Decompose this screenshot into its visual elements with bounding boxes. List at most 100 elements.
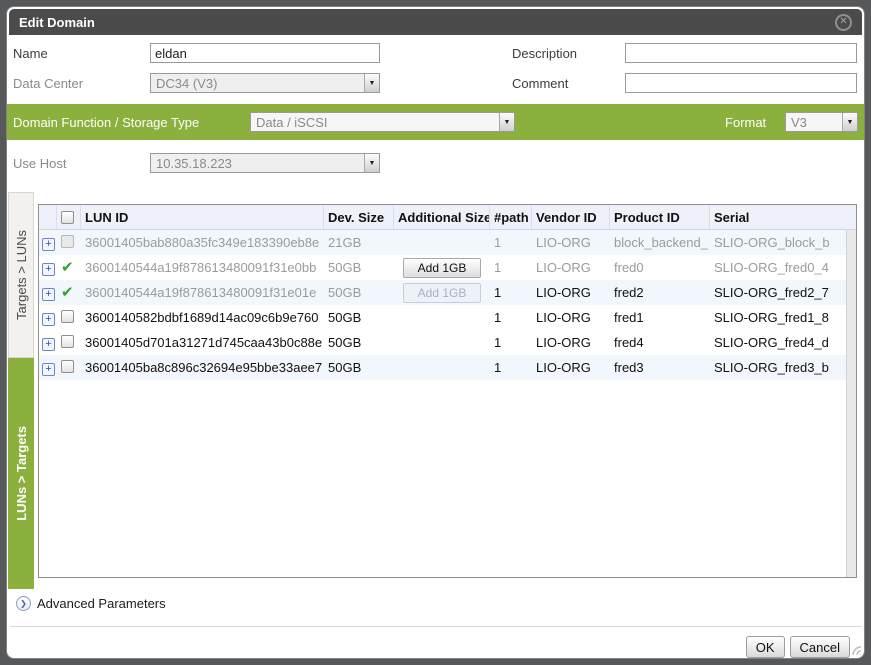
select-all-header xyxy=(57,205,81,229)
expand-row-icon[interactable]: + xyxy=(42,288,55,301)
path-cell: 1 xyxy=(490,235,532,250)
format-select[interactable]: V3 ▼ xyxy=(785,112,858,132)
comment-input[interactable] xyxy=(625,73,857,93)
chevron-down-icon: ▼ xyxy=(364,74,379,92)
expand-cell: + xyxy=(39,360,57,376)
use-host-label: Use Host xyxy=(13,156,66,171)
table-row[interactable]: + 3600140582bdbf1689d14ac09c6b9e760 50GB… xyxy=(39,305,856,330)
vertical-scrollbar[interactable] xyxy=(846,230,856,578)
checkbox-cell xyxy=(57,235,81,251)
checked-icon: ✔ xyxy=(61,285,74,300)
domain-function-label: Domain Function / Storage Type xyxy=(13,115,199,130)
path-cell: 1 xyxy=(490,285,532,300)
col-lun-id[interactable]: LUN ID xyxy=(81,205,324,229)
row-checkbox[interactable] xyxy=(61,310,74,323)
description-input[interactable] xyxy=(625,43,857,63)
vendor-id-cell: LIO-ORG xyxy=(532,285,610,300)
col-dev-size[interactable]: Dev. Size xyxy=(324,205,394,229)
lun-id-cell: 3600140544a19f878613480091f31e0bb xyxy=(81,260,324,275)
vendor-id-cell: LIO-ORG xyxy=(532,260,610,275)
comment-label: Comment xyxy=(512,76,568,91)
lun-id-cell: 36001405ba8c896c32694e95bbe33aee7 xyxy=(81,360,324,375)
select-all-checkbox[interactable] xyxy=(61,211,74,224)
lun-id-cell: 36001405bab880a35fc349e183390eb8e xyxy=(81,235,324,250)
resize-grip-icon[interactable] xyxy=(848,642,862,656)
expand-row-icon[interactable]: + xyxy=(42,363,55,376)
use-host-select[interactable]: 10.35.18.223 ▼ xyxy=(150,153,380,173)
path-cell: 1 xyxy=(490,310,532,325)
chevron-down-icon: ▼ xyxy=(499,113,514,131)
table-row[interactable]: + ✔ 3600140544a19f878613480091f31e01e 50… xyxy=(39,280,856,305)
expand-cell: + xyxy=(39,235,57,251)
col-product-id[interactable]: Product ID xyxy=(610,205,710,229)
advanced-parameters-label: Advanced Parameters xyxy=(37,596,166,611)
col-vendor-id[interactable]: Vendor ID xyxy=(532,205,610,229)
checkbox-cell: ✔ xyxy=(57,285,81,300)
domain-function-select[interactable]: Data / iSCSI ▼ xyxy=(250,112,515,132)
col-additional-size[interactable]: Additional Size xyxy=(394,205,490,229)
cancel-button[interactable]: Cancel xyxy=(790,636,850,658)
chevron-down-icon: ▼ xyxy=(364,154,379,172)
additional-size-cell: Add 1GB xyxy=(394,283,490,303)
lun-table: LUN ID Dev. Size Additional Size #path V… xyxy=(38,204,857,578)
tab-label: LUNs > Targets xyxy=(14,426,29,521)
add-1gb-button: Add 1GB xyxy=(403,283,481,303)
table-body: + 36001405bab880a35fc349e183390eb8e 21GB… xyxy=(39,230,856,578)
lun-id-cell: 36001405d701a31271d745caa43b0c88e xyxy=(81,335,324,350)
checkbox-cell xyxy=(57,310,81,326)
serial-cell: SLIO-ORG_fred3_b xyxy=(710,360,856,375)
table-row[interactable]: + 36001405bab880a35fc349e183390eb8e 21GB… xyxy=(39,230,856,255)
advanced-parameters-expander[interactable]: ❯ Advanced Parameters xyxy=(16,596,166,611)
add-1gb-button[interactable]: Add 1GB xyxy=(403,258,481,278)
table-row[interactable]: + 36001405d701a31271d745caa43b0c88e 50GB… xyxy=(39,330,856,355)
checked-icon: ✔ xyxy=(61,260,74,275)
data-center-label: Data Center xyxy=(13,76,83,91)
format-value: V3 xyxy=(791,115,807,130)
domain-function-value: Data / iSCSI xyxy=(256,115,328,130)
expand-cell: + xyxy=(39,335,57,351)
format-label: Format xyxy=(725,115,766,130)
dev-size-cell: 21GB xyxy=(324,235,394,250)
expand-row-icon[interactable]: + xyxy=(42,338,55,351)
checkbox-cell xyxy=(57,360,81,376)
lun-id-cell: 3600140544a19f878613480091f31e01e xyxy=(81,285,324,300)
dialog-title: Edit Domain xyxy=(19,15,95,30)
table-row[interactable]: + 36001405ba8c896c32694e95bbe33aee7 50GB… xyxy=(39,355,856,380)
expand-row-icon[interactable]: + xyxy=(42,313,55,326)
ok-button[interactable]: OK xyxy=(746,636,785,658)
data-center-select[interactable]: DC34 (V3) ▼ xyxy=(150,73,380,93)
lun-table-header: LUN ID Dev. Size Additional Size #path V… xyxy=(39,205,856,230)
close-icon[interactable]: ✕ xyxy=(835,14,852,31)
row-checkbox[interactable] xyxy=(61,335,74,348)
dialog-footer: OK Cancel xyxy=(746,636,850,658)
chevron-down-icon: ▼ xyxy=(842,113,857,131)
tab-luns-to-targets[interactable]: LUNs > Targets xyxy=(8,358,34,589)
dev-size-cell: 50GB xyxy=(324,310,394,325)
expand-cell: + xyxy=(39,285,57,301)
serial-cell: SLIO-ORG_fred1_8 xyxy=(710,310,856,325)
serial-cell: SLIO-ORG_fred4_d xyxy=(710,335,856,350)
checkbox-cell xyxy=(57,335,81,351)
edit-domain-dialog: Edit Domain ✕ Name Description Data Cent… xyxy=(7,7,864,658)
table-row[interactable]: + ✔ 3600140544a19f878613480091f31e0bb 50… xyxy=(39,255,856,280)
tab-targets-to-luns[interactable]: Targets > LUNs xyxy=(8,192,34,358)
col-serial[interactable]: Serial xyxy=(710,205,856,229)
dev-size-cell: 50GB xyxy=(324,335,394,350)
expand-row-icon[interactable]: + xyxy=(42,238,55,251)
product-id-cell: fred3 xyxy=(610,360,710,375)
serial-cell: SLIO-ORG_fred0_4 xyxy=(710,260,856,275)
vendor-id-cell: LIO-ORG xyxy=(532,310,610,325)
expand-cell: + xyxy=(39,310,57,326)
checkbox-cell: ✔ xyxy=(57,260,81,275)
dev-size-cell: 50GB xyxy=(324,260,394,275)
product-id-cell: block_backend_ xyxy=(610,235,710,250)
product-id-cell: fred4 xyxy=(610,335,710,350)
lun-id-cell: 3600140582bdbf1689d14ac09c6b9e760 xyxy=(81,310,324,325)
expand-row-icon[interactable]: + xyxy=(42,263,55,276)
path-cell: 1 xyxy=(490,335,532,350)
name-input[interactable] xyxy=(150,43,380,63)
expand-cell: + xyxy=(39,260,57,276)
use-host-value: 10.35.18.223 xyxy=(156,156,232,171)
col-path[interactable]: #path xyxy=(490,205,532,229)
row-checkbox[interactable] xyxy=(61,360,74,373)
